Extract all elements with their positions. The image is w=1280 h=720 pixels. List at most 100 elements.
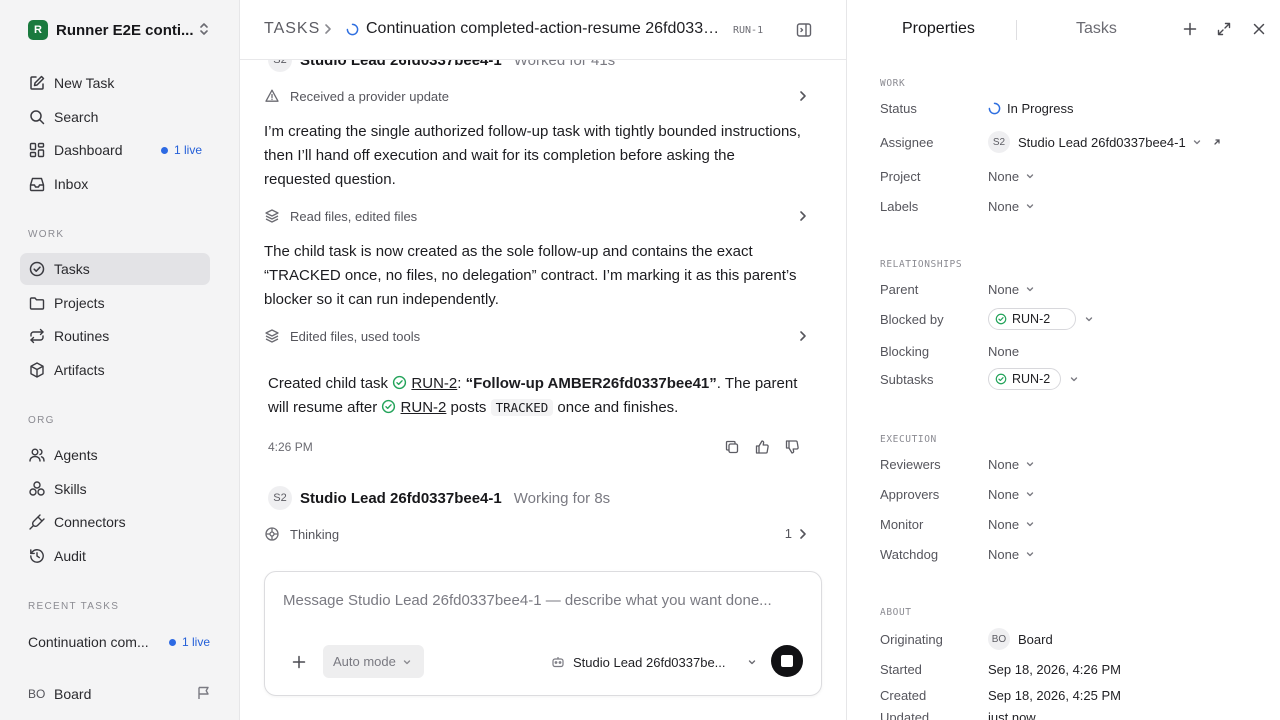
sidebar-item-audit[interactable]: Audit xyxy=(20,540,210,572)
event-row[interactable]: Received a provider update xyxy=(264,83,810,109)
mode-select[interactable]: Auto mode xyxy=(323,645,424,678)
live-badge-label: 1 live xyxy=(173,143,202,157)
sidebar-item-label: Artifacts xyxy=(54,362,105,378)
sidebar-item-artifacts[interactable]: Artifacts xyxy=(20,354,210,386)
tab-divider xyxy=(1016,20,1017,40)
plug-icon xyxy=(29,514,45,530)
plus-icon[interactable] xyxy=(1182,21,1198,37)
workspace-logo: R xyxy=(28,20,48,40)
user-name: Board xyxy=(54,686,92,702)
section-title-work: WORK xyxy=(880,78,906,89)
sidebar-item-search[interactable]: Search xyxy=(20,101,210,133)
blocked-by-select[interactable]: RUN-2 xyxy=(988,308,1094,330)
status-select[interactable]: In Progress xyxy=(988,98,1073,118)
bot-icon xyxy=(552,657,564,668)
close-icon[interactable] xyxy=(1251,21,1267,37)
user-row[interactable]: BO Board xyxy=(28,683,212,705)
sidebar-item-label: New Task xyxy=(54,75,115,91)
users-icon xyxy=(29,448,45,462)
chevron-down-icon xyxy=(1085,317,1093,322)
property-status: Status In Progress xyxy=(880,98,1260,118)
sidebar-item-tasks[interactable]: Tasks xyxy=(20,253,210,285)
sidebar-item-dashboard[interactable]: Dashboard 1 live xyxy=(20,134,210,166)
plus-icon[interactable] xyxy=(291,654,307,670)
tab-properties[interactable]: Properties xyxy=(902,20,975,38)
stop-button[interactable] xyxy=(771,645,803,677)
skills-icon xyxy=(29,481,45,496)
sidebar-item-agents[interactable]: Agents xyxy=(20,439,210,471)
copy-icon[interactable] xyxy=(724,439,740,455)
property-subtasks: Subtasks RUN-2 xyxy=(880,368,1260,390)
sidebar-item-routines[interactable]: Routines xyxy=(20,320,210,352)
folder-icon xyxy=(29,297,45,310)
sidebar-item-connectors[interactable]: Connectors xyxy=(20,506,210,538)
parent-select[interactable]: None xyxy=(988,279,1035,299)
assignee-select[interactable]: S2 Studio Lead 26fd0337bee4-1 xyxy=(988,131,1222,153)
task-chip[interactable]: RUN-2 xyxy=(988,308,1076,330)
labels-select[interactable]: None xyxy=(988,196,1035,216)
section-label-recent: RECENT TASKS xyxy=(28,601,120,612)
sidebar-item-inbox[interactable]: Inbox xyxy=(20,168,210,200)
thumbs-down-icon[interactable] xyxy=(784,439,800,455)
property-watchdog: Watchdog None xyxy=(880,544,1260,564)
thumbs-up-icon[interactable] xyxy=(754,439,770,455)
summary-bold: “Follow-up AMBER26fd0337bee41” xyxy=(465,375,717,392)
property-label: Started xyxy=(880,662,922,677)
sidebar-item-new-task[interactable]: New Task xyxy=(20,67,210,99)
edit-icon xyxy=(30,75,45,90)
summary-part: : xyxy=(457,375,466,392)
agent-select[interactable]: Studio Lead 26fd0337be... xyxy=(551,652,757,672)
section-label-work: WORK xyxy=(28,229,65,240)
property-assignee: Assignee S2 Studio Lead 26fd0337bee4-1 xyxy=(880,131,1260,153)
approvers-value: None xyxy=(988,486,1020,502)
chevron-down-icon xyxy=(1026,462,1034,467)
property-approvers: Approvers None xyxy=(880,484,1260,504)
avatar: S2 xyxy=(268,60,292,72)
message-actions xyxy=(724,439,800,455)
check-circle-icon xyxy=(382,399,396,414)
avatar: BO xyxy=(988,628,1010,650)
live-dot xyxy=(160,146,168,154)
panel-toggle-icon[interactable] xyxy=(795,21,813,39)
thinking-row[interactable]: Thinking 1 xyxy=(264,521,810,547)
reviewers-select[interactable]: None xyxy=(988,454,1035,474)
chevron-right-icon xyxy=(800,91,806,101)
chevron-right-icon xyxy=(800,211,806,221)
workspace-name: Runner E2E conti... xyxy=(56,21,194,39)
inline-code: TRACKED xyxy=(490,399,554,416)
property-label: Status xyxy=(880,101,917,116)
watchdog-select[interactable]: None xyxy=(988,544,1035,564)
approvers-select[interactable]: None xyxy=(988,484,1035,504)
task-link-run-2[interactable]: RUN-2 xyxy=(401,399,447,416)
created-value: Sep 18, 2026, 4:25 PM xyxy=(988,687,1121,703)
property-label: Watchdog xyxy=(880,547,939,562)
flag-icon[interactable] xyxy=(196,685,212,701)
property-label: Blocked by xyxy=(880,312,944,327)
expand-icon[interactable] xyxy=(1216,21,1232,37)
chevron-down-icon xyxy=(1071,377,1078,382)
activity-feed[interactable]: S2 Studio Lead 26fd0337bee4-1 Worked for… xyxy=(240,60,846,570)
task-header: TASKS Continuation completed-action-resu… xyxy=(240,0,846,60)
external-link-icon[interactable] xyxy=(1212,137,1222,147)
task-link-run-2[interactable]: RUN-2 xyxy=(411,375,457,392)
monitor-select[interactable]: None xyxy=(988,514,1035,534)
property-label: Assignee xyxy=(880,135,934,150)
property-parent: Parent None xyxy=(880,279,1260,299)
message-input[interactable] xyxy=(283,592,803,609)
project-select[interactable]: None xyxy=(988,166,1035,186)
tab-tasks[interactable]: Tasks xyxy=(1076,20,1117,38)
workspace-switcher[interactable]: R Runner E2E conti... xyxy=(20,17,220,43)
event-row[interactable]: Edited files, used tools xyxy=(264,323,810,349)
property-monitor: Monitor None xyxy=(880,514,1260,534)
blocking-value[interactable]: None xyxy=(988,341,1019,361)
parent-value: None xyxy=(988,281,1020,297)
sidebar-item-skills[interactable]: Skills xyxy=(20,473,210,505)
subtasks-select[interactable]: RUN-2 xyxy=(988,368,1079,390)
sidebar-item-label: Audit xyxy=(54,548,86,564)
breadcrumb-tasks[interactable]: TASKS xyxy=(264,20,320,38)
warning-icon xyxy=(265,89,279,102)
sidebar-item-projects[interactable]: Projects xyxy=(20,287,210,319)
recent-task-item[interactable]: Continuation com... 1 live xyxy=(28,631,212,653)
event-row[interactable]: Read files, edited files xyxy=(264,203,810,229)
task-chip[interactable]: RUN-2 xyxy=(988,368,1062,390)
